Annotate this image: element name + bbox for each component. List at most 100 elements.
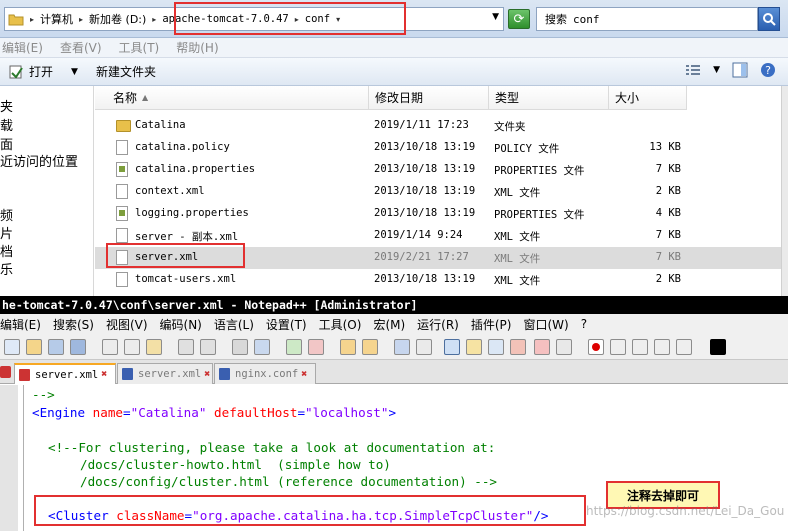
vertical-scrollbar[interactable] bbox=[781, 86, 788, 296]
menu-help[interactable]: 帮助(H) bbox=[176, 39, 218, 56]
nav-item-documents[interactable]: 档 bbox=[0, 241, 13, 260]
npp-menu-tools[interactable]: 工具(O) bbox=[319, 316, 362, 333]
file-row[interactable]: catalina.policy 2013/10/18 13:19 POLICY … bbox=[95, 137, 781, 159]
chevron-right-icon[interactable]: ▸ bbox=[149, 15, 159, 24]
config-file-icon bbox=[116, 206, 128, 221]
npp-menu-encoding[interactable]: 编码(N) bbox=[160, 316, 202, 333]
menu-view[interactable]: 查看(V) bbox=[60, 39, 102, 56]
save-icon[interactable] bbox=[48, 339, 64, 355]
paste-icon[interactable] bbox=[146, 339, 162, 355]
menu-edit[interactable]: 编辑(E) bbox=[2, 39, 43, 56]
nav-item-pictures[interactable]: 片 bbox=[0, 223, 13, 242]
breadcrumb-computer[interactable]: 计算机 bbox=[37, 11, 76, 27]
monitoring-icon[interactable] bbox=[556, 339, 572, 355]
record-macro-icon[interactable] bbox=[588, 339, 604, 355]
file-type: PROPERTIES 文件 bbox=[494, 165, 585, 177]
word-wrap-icon[interactable] bbox=[394, 339, 410, 355]
file-size: 7 KB bbox=[655, 163, 681, 175]
nav-item-favorites[interactable]: 夹 bbox=[0, 96, 13, 115]
column-type-label: 类型 bbox=[495, 91, 520, 105]
new-folder-button[interactable]: 新建文件夹 bbox=[96, 63, 156, 80]
code-line: --> bbox=[32, 387, 55, 402]
chevron-right-icon[interactable]: ▸ bbox=[76, 15, 86, 24]
play-macro-icon[interactable] bbox=[632, 339, 648, 355]
sync-scroll-h-icon[interactable] bbox=[362, 339, 378, 355]
npp-menu-language[interactable]: 语言(L) bbox=[214, 316, 254, 333]
nav-item-downloads[interactable]: 载 bbox=[0, 115, 13, 134]
close-tab-icon[interactable] bbox=[0, 366, 11, 378]
file-size: 2 KB bbox=[655, 185, 681, 197]
selected-file-highlight-box bbox=[106, 243, 245, 268]
code-line: <Engine name="Catalina" defaultHost="loc… bbox=[32, 405, 397, 420]
menu-tools[interactable]: 工具(T) bbox=[119, 39, 160, 56]
column-header-size[interactable]: 大小 bbox=[609, 86, 687, 110]
breadcrumb-drive[interactable]: 新加卷 (D:) bbox=[86, 11, 149, 27]
copy-icon[interactable] bbox=[124, 339, 140, 355]
new-file-icon[interactable] bbox=[4, 339, 20, 355]
tab-server-xml-active[interactable]: server.xml ✖ bbox=[14, 363, 116, 384]
tab-label: nginx.conf bbox=[235, 368, 299, 380]
view-list-icon[interactable] bbox=[685, 63, 701, 77]
close-icon[interactable]: ✖ bbox=[301, 369, 307, 380]
file-icon bbox=[116, 140, 128, 155]
save-all-icon[interactable] bbox=[70, 339, 86, 355]
redo-icon[interactable] bbox=[200, 339, 216, 355]
explorer-menubar: 编辑(E) 查看(V) 工具(T) 帮助(H) bbox=[0, 38, 788, 58]
sync-scroll-v-icon[interactable] bbox=[340, 339, 356, 355]
chevron-down-icon[interactable]: ▼ bbox=[71, 67, 78, 77]
folder-icon bbox=[116, 120, 131, 132]
file-row[interactable]: context.xml 2013/10/18 13:19 XML 文件 2 KB bbox=[95, 181, 781, 203]
chevron-down-icon[interactable]: ▼ bbox=[713, 65, 720, 75]
folder-workspace-icon[interactable] bbox=[534, 339, 550, 355]
find-icon[interactable] bbox=[232, 339, 248, 355]
indent-guide-icon[interactable] bbox=[444, 339, 460, 355]
nav-item-music[interactable]: 乐 bbox=[0, 259, 13, 278]
preview-pane-icon[interactable] bbox=[732, 62, 748, 78]
save-macro-icon[interactable] bbox=[676, 339, 692, 355]
color-swatch-icon[interactable] bbox=[710, 339, 726, 355]
stop-macro-icon[interactable] bbox=[610, 339, 626, 355]
npp-menu-window[interactable]: 窗口(W) bbox=[523, 316, 568, 333]
close-icon[interactable]: ✖ bbox=[204, 369, 210, 380]
replace-icon[interactable] bbox=[254, 339, 270, 355]
nav-item-videos[interactable]: 频 bbox=[0, 205, 13, 224]
open-button[interactable]: 打开 ▼ bbox=[8, 63, 78, 80]
address-dropdown-icon[interactable]: ▼ bbox=[492, 12, 499, 22]
open-file-icon[interactable] bbox=[26, 339, 42, 355]
udl-icon[interactable] bbox=[466, 339, 482, 355]
doc-map-icon[interactable] bbox=[488, 339, 504, 355]
file-row[interactable]: tomcat-users.xml 2013/10/18 13:19 XML 文件… bbox=[95, 269, 781, 291]
refresh-button[interactable]: ⟳ bbox=[508, 9, 530, 29]
help-icon[interactable]: ? bbox=[760, 62, 776, 78]
nav-item-recent[interactable]: 近访问的位置 bbox=[0, 151, 78, 170]
show-all-chars-icon[interactable] bbox=[416, 339, 432, 355]
cluster-highlight-box bbox=[34, 495, 586, 526]
column-header-type[interactable]: 类型 bbox=[489, 86, 609, 110]
tab-nginx-conf[interactable]: nginx.conf ✖ bbox=[214, 363, 316, 384]
function-list-icon[interactable] bbox=[510, 339, 526, 355]
npp-menu-run[interactable]: 运行(R) bbox=[417, 316, 459, 333]
npp-menu-settings[interactable]: 设置(T) bbox=[266, 316, 307, 333]
undo-icon[interactable] bbox=[178, 339, 194, 355]
file-row[interactable]: Catalina 2019/1/11 17:23 文件夹 bbox=[95, 115, 781, 137]
npp-menu-help[interactable]: ? bbox=[581, 317, 587, 331]
file-name: logging.properties bbox=[135, 207, 249, 219]
open-label: 打开 bbox=[29, 65, 54, 79]
npp-menu-plugins[interactable]: 插件(P) bbox=[471, 316, 512, 333]
column-header-name[interactable]: 名称 ▲ bbox=[95, 86, 369, 110]
run-macro-multiple-icon[interactable] bbox=[654, 339, 670, 355]
tab-server-xml[interactable]: server.xml ✖ bbox=[117, 363, 213, 384]
zoom-in-icon[interactable] bbox=[286, 339, 302, 355]
file-row[interactable]: logging.properties 2013/10/18 13:19 PROP… bbox=[95, 203, 781, 225]
column-header-date[interactable]: 修改日期 bbox=[369, 86, 489, 110]
npp-menu-macro[interactable]: 宏(M) bbox=[373, 316, 405, 333]
cut-icon[interactable] bbox=[102, 339, 118, 355]
search-button[interactable] bbox=[758, 7, 780, 31]
zoom-out-icon[interactable] bbox=[308, 339, 324, 355]
search-input[interactable]: 搜索 conf bbox=[536, 7, 758, 31]
npp-menu-view[interactable]: 视图(V) bbox=[106, 316, 148, 333]
npp-menu-edit[interactable]: 编辑(E) bbox=[0, 316, 41, 333]
npp-menu-search[interactable]: 搜索(S) bbox=[53, 316, 94, 333]
close-icon[interactable]: ✖ bbox=[101, 369, 107, 380]
file-row[interactable]: catalina.properties 2013/10/18 13:19 PRO… bbox=[95, 159, 781, 181]
